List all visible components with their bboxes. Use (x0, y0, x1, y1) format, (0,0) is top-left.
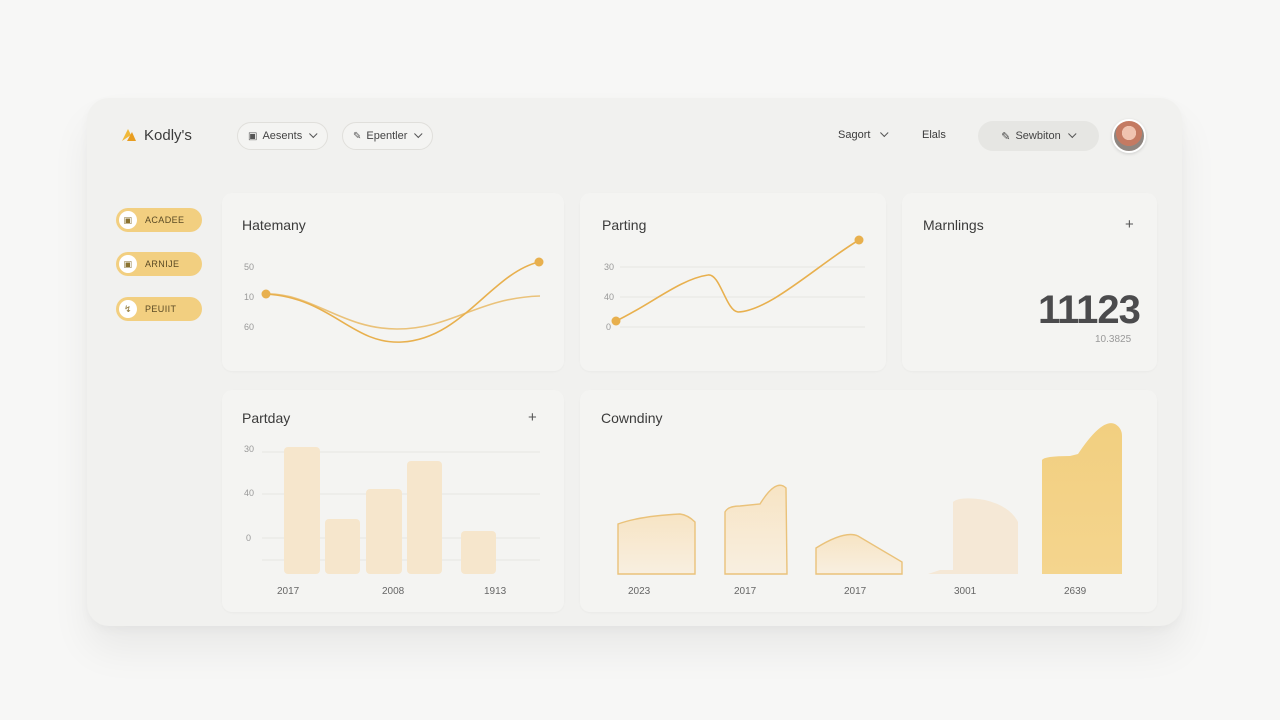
area-mark (928, 498, 1018, 574)
sidebar-item-label: PEUIIT (145, 304, 177, 314)
area-mark (815, 533, 903, 575)
area-mark (1042, 423, 1122, 574)
hatemany-chart: 50 10 60 (244, 257, 544, 343)
nav-sagort[interactable]: Sagort (838, 128, 889, 141)
lock-icon: ▣ (119, 255, 137, 273)
chart-icon: ↯ (119, 300, 137, 318)
add-icon[interactable]: + (1125, 216, 1134, 233)
cowndiny-chart: 2023 2017 2017 3001 2639 (617, 423, 1122, 597)
bar (461, 531, 496, 574)
lock-icon: ▣ (119, 211, 137, 229)
x-tick: 2017 (734, 586, 757, 597)
x-tick: 2017 (277, 586, 300, 597)
nav-elals-label: Elals (922, 129, 946, 141)
brand-name: Kodly's (144, 126, 192, 144)
chevron-down-icon (414, 129, 423, 139)
metric-value: 11123 (1038, 288, 1141, 332)
x-tick: 2639 (1064, 586, 1087, 597)
bar (284, 447, 320, 574)
lock-icon: ▣ (248, 130, 258, 142)
chevron-down-icon (309, 129, 318, 139)
x-tick: 2008 (382, 586, 405, 597)
nav-elals[interactable]: Elals (922, 129, 946, 141)
session-label: Sewbiton (1015, 130, 1061, 142)
sidebar-item-peuiit[interactable]: ↯ PEUIIT (116, 297, 202, 321)
chevron-down-icon (880, 128, 889, 138)
data-point (534, 257, 544, 267)
brand[interactable]: Kodly's (120, 126, 192, 144)
y-tick: 0 (606, 322, 611, 332)
y-tick: 50 (244, 262, 254, 272)
y-tick: 30 (604, 262, 614, 272)
area-mark (617, 513, 696, 575)
sidebar-item-label: ARNIJE (145, 259, 180, 269)
y-tick: 10 (244, 292, 254, 302)
area-mark (724, 484, 788, 575)
x-tick: 3001 (954, 586, 977, 597)
y-tick: 0 (246, 533, 251, 543)
pen-icon: ✎ (353, 130, 362, 142)
sidebar-item-label: ACADEE (145, 215, 185, 225)
assets-dropdown[interactable]: ▣ Aesents (237, 122, 329, 150)
x-tick: 2023 (628, 586, 651, 597)
chevron-down-icon (1067, 129, 1077, 139)
series-line-1 (615, 239, 860, 322)
x-tick: 1913 (484, 586, 507, 597)
x-tick: 2017 (844, 586, 867, 597)
brand-logo-icon (122, 129, 136, 141)
partday-chart: 30 40 0 2017 2008 1913 (244, 444, 540, 597)
pen-icon: ✎ (1001, 130, 1011, 143)
y-tick: 40 (604, 292, 614, 302)
data-point (611, 316, 621, 326)
sidebar-item-arnije[interactable]: ▣ ARNIJE (116, 252, 202, 276)
epentler-dropdown-label: Epentler (366, 130, 408, 142)
parting-chart: 30 40 0 (604, 235, 865, 332)
bar (366, 489, 402, 574)
bar (325, 519, 360, 574)
marnlings-title: Marnlings (923, 217, 984, 233)
epentler-dropdown[interactable]: ✎ Epentler (342, 122, 434, 150)
nav-sagort-label: Sagort (838, 129, 871, 141)
y-tick: 40 (244, 488, 254, 498)
assets-dropdown-label: Aesents (262, 130, 303, 142)
y-tick: 30 (244, 444, 254, 454)
data-point (854, 235, 864, 245)
y-tick: 60 (244, 322, 254, 332)
bar (407, 461, 442, 574)
avatar[interactable] (1112, 119, 1146, 153)
sidebar-item-acadee[interactable]: ▣ ACADEE (116, 208, 202, 232)
metric-sub-value: 10.3825 (1095, 334, 1132, 345)
series-line-2 (265, 293, 541, 330)
session-dropdown[interactable]: ✎ Sewbiton (978, 121, 1099, 151)
data-point (261, 289, 271, 299)
